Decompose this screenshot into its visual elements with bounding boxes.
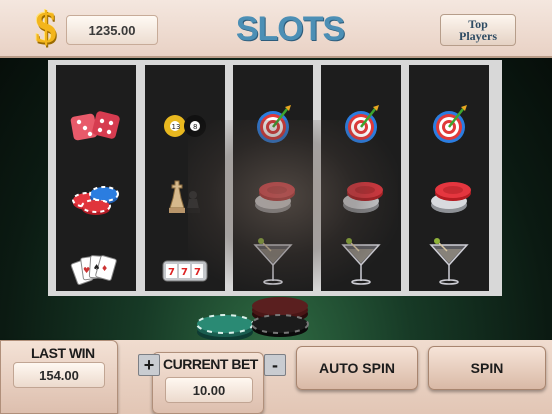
chips-icon <box>68 173 124 223</box>
last-win-panel: LAST WIN 154.00 <box>0 340 118 414</box>
background-hand-image <box>188 120 398 290</box>
curling-stones-icon <box>421 173 477 223</box>
game-title: SLOTS GAME <box>235 10 345 98</box>
last-win-value: 154.00 <box>13 362 105 388</box>
playing-cards-icon <box>68 243 124 293</box>
bet-increase-button[interactable]: + <box>138 354 160 376</box>
reel-1 <box>56 65 136 291</box>
dice-icon <box>68 101 124 151</box>
top-bar: $ 1235.00 SLOTS GAME Top Players <box>0 0 552 98</box>
reel-5 <box>409 65 489 291</box>
poker-chips-stack-image <box>180 284 330 342</box>
martini-glass-icon <box>421 237 477 287</box>
spin-button[interactable]: SPIN <box>428 346 546 390</box>
top-players-button[interactable]: Top Players <box>440 14 516 46</box>
current-bet-value: 10.00 <box>165 377 253 403</box>
balance-display: 1235.00 <box>66 15 158 45</box>
last-win-label: LAST WIN <box>31 345 95 361</box>
top-players-label-line2: Players <box>459 29 497 43</box>
dart-target-icon <box>421 101 477 151</box>
bottom-control-bar: LAST WIN 154.00 10.00 + CURRENT BET - AU… <box>0 340 552 414</box>
reel-frame <box>48 60 502 296</box>
current-bet-label: CURRENT BET <box>163 356 258 372</box>
auto-spin-button[interactable]: AUTO SPIN <box>296 346 418 390</box>
bet-decrease-button[interactable]: - <box>264 354 286 376</box>
